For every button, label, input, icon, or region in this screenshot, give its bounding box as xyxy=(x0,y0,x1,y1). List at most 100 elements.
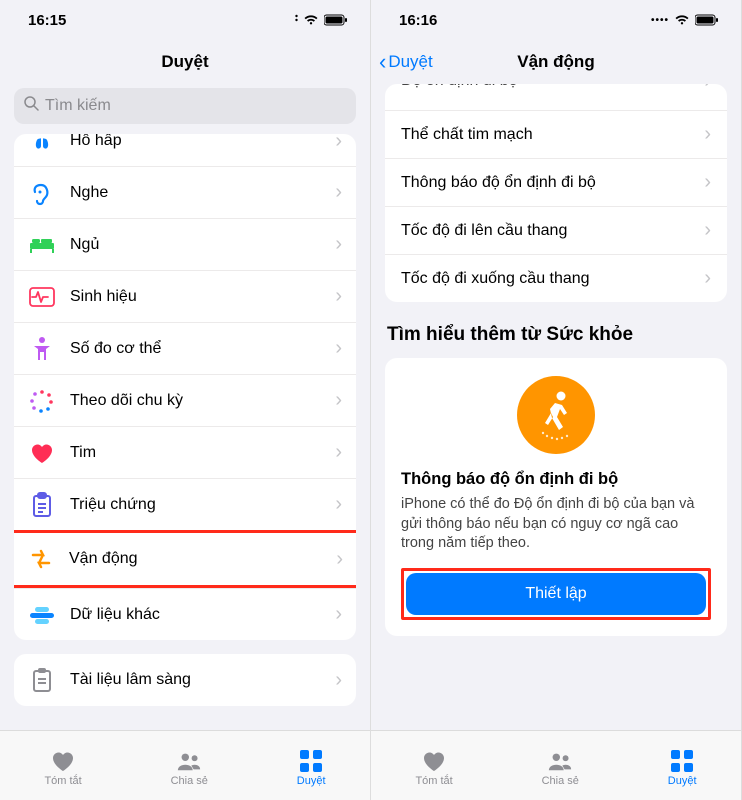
status-bar: 16:15 xyxy=(0,0,370,40)
row-label: Thể chất tim mạch xyxy=(401,126,704,144)
info-title: Thông báo độ ổn định đi bộ xyxy=(401,470,711,489)
tab-label: Chia sẻ xyxy=(171,775,208,787)
people-icon xyxy=(176,749,202,773)
row-stair-down[interactable]: Tốc độ đi xuống cầu thang › xyxy=(385,254,727,302)
tab-browse[interactable]: Duyệt xyxy=(297,749,326,787)
nav-bar: ‹ Duyệt Vận động xyxy=(371,40,741,84)
other-icon xyxy=(28,601,56,629)
row-stair-up[interactable]: Tốc độ đi lên cầu thang › xyxy=(385,206,727,254)
chevron-right-icon: › xyxy=(335,134,342,153)
tab-label: Duyệt xyxy=(668,775,697,787)
row-respiratory[interactable]: Hô hấp › xyxy=(14,134,356,166)
button-label: Thiết lập xyxy=(525,585,586,602)
row-label: Số đo cơ thể xyxy=(70,340,335,358)
chevron-right-icon: › xyxy=(704,267,711,290)
chevron-right-icon: › xyxy=(335,337,342,360)
row-vitals[interactable]: Sinh hiệu › xyxy=(14,270,356,322)
activity-icon xyxy=(27,545,55,573)
row-label: Tim xyxy=(70,444,335,462)
back-button[interactable]: ‹ Duyệt xyxy=(379,51,433,73)
row-body[interactable]: Số đo cơ thể › xyxy=(14,322,356,374)
bed-icon xyxy=(28,231,56,259)
heart-icon xyxy=(28,439,56,467)
row-sleep[interactable]: Ngủ › xyxy=(14,218,356,270)
row-walking-stability[interactable]: Độ ổn định đi bộ › xyxy=(385,84,727,110)
document-icon xyxy=(28,666,56,694)
row-cardio[interactable]: Thể chất tim mạch › xyxy=(385,110,727,158)
tab-share[interactable]: Chia sẻ xyxy=(171,749,208,787)
phone-activity: 16:16 •••• ‹ Duyệt Vận động Độ ổn định đ… xyxy=(371,0,742,800)
row-heart[interactable]: Tim › xyxy=(14,426,356,478)
battery-icon xyxy=(695,14,719,26)
tab-bar: Tóm tắt Chia sẻ Duyệt xyxy=(0,730,370,800)
chevron-right-icon: › xyxy=(335,285,342,308)
row-cycle[interactable]: Theo dõi chu kỳ › xyxy=(14,374,356,426)
highlight-setup: Thiết lập xyxy=(401,568,711,620)
dots-icon xyxy=(295,14,298,26)
tab-label: Tóm tắt xyxy=(415,775,452,787)
cycle-icon xyxy=(28,387,56,415)
row-clinical[interactable]: Tài liệu lâm sàng › xyxy=(14,654,356,706)
tab-share[interactable]: Chia sẻ xyxy=(542,749,579,787)
status-indicators xyxy=(295,14,348,26)
tab-label: Chia sẻ xyxy=(542,775,579,787)
tab-summary[interactable]: Tóm tắt xyxy=(415,749,452,787)
chevron-right-icon: › xyxy=(704,219,711,242)
wifi-icon xyxy=(303,14,319,26)
row-label: Tốc độ đi lên cầu thang xyxy=(401,222,704,240)
wifi-icon xyxy=(674,14,690,26)
battery-icon xyxy=(324,14,348,26)
search-icon xyxy=(24,96,39,116)
row-label: Triệu chứng xyxy=(70,496,335,514)
ear-icon xyxy=(28,179,56,207)
chevron-right-icon: › xyxy=(335,389,342,412)
back-label: Duyệt xyxy=(388,52,432,72)
row-walking-notification[interactable]: Thông báo độ ổn định đi bộ › xyxy=(385,158,727,206)
tab-label: Duyệt xyxy=(297,775,326,787)
status-time: 16:16 xyxy=(399,12,437,29)
vitals-icon xyxy=(28,283,56,311)
tab-browse[interactable]: Duyệt xyxy=(668,749,697,787)
heart-fill-icon xyxy=(421,749,447,773)
row-label: Nghe xyxy=(70,184,335,202)
row-label: Hô hấp xyxy=(70,134,335,150)
chevron-right-icon: › xyxy=(335,493,342,516)
heart-fill-icon xyxy=(50,749,76,773)
status-indicators: •••• xyxy=(651,14,719,26)
row-symptoms[interactable]: Triệu chứng › xyxy=(14,478,356,530)
chevron-right-icon: › xyxy=(335,441,342,464)
chevron-left-icon: ‹ xyxy=(379,51,386,73)
lungs-icon xyxy=(28,136,56,164)
row-label: Thông báo độ ổn định đi bộ xyxy=(401,174,704,192)
walking-icon xyxy=(517,376,595,454)
row-label: Vận động xyxy=(69,550,336,568)
body-icon xyxy=(28,335,56,363)
chevron-right-icon: › xyxy=(335,181,342,204)
row-other[interactable]: Dữ liệu khác › xyxy=(14,588,356,640)
row-label: Ngủ xyxy=(70,236,335,254)
grid-icon xyxy=(298,749,324,773)
section-header: Tìm hiểu thêm từ Sức khỏe xyxy=(387,324,725,346)
row-label: Tốc độ đi xuống cầu thang xyxy=(401,270,704,288)
row-label: Sinh hiệu xyxy=(70,288,335,306)
chevron-right-icon: › xyxy=(704,84,711,93)
search-field[interactable]: Tìm kiếm xyxy=(14,88,356,124)
clipboard-icon xyxy=(28,491,56,519)
chevron-right-icon: › xyxy=(336,548,343,571)
activity-content: Độ ổn định đi bộ › Thể chất tim mạch › T… xyxy=(371,84,741,730)
grid-icon xyxy=(669,749,695,773)
tab-label: Tóm tắt xyxy=(44,775,81,787)
row-label: Dữ liệu khác xyxy=(70,606,335,624)
tab-summary[interactable]: Tóm tắt xyxy=(44,749,81,787)
nav-title: Vận động xyxy=(517,52,594,72)
chevron-right-icon: › xyxy=(335,233,342,256)
status-time: 16:15 xyxy=(28,12,66,29)
row-activity[interactable]: Vận động › xyxy=(14,533,356,585)
row-hearing[interactable]: Nghe › xyxy=(14,166,356,218)
row-label: Độ ổn định đi bộ xyxy=(401,84,704,90)
phone-browse: 16:15 Duyệt Tìm kiếm Hô hấp › Nghe › xyxy=(0,0,371,800)
chevron-right-icon: › xyxy=(704,123,711,146)
highlight-activity: Vận động › xyxy=(14,530,356,588)
setup-button[interactable]: Thiết lập xyxy=(406,573,706,615)
nav-title: Duyệt xyxy=(161,52,208,72)
